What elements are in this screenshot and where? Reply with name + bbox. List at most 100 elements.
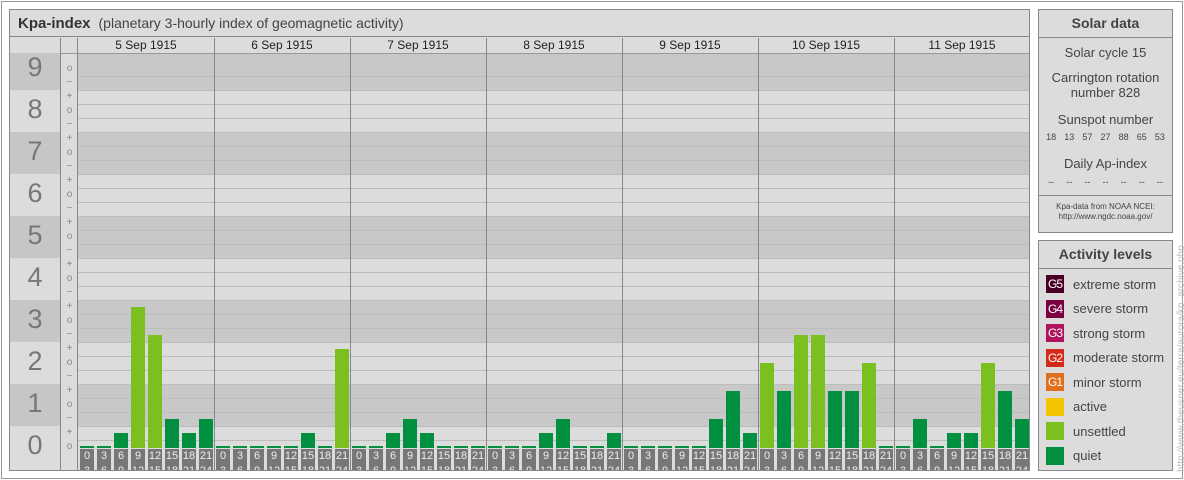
hour-start: 18 bbox=[998, 450, 1012, 462]
gridline bbox=[78, 286, 1029, 287]
hour-end: 24 bbox=[743, 465, 757, 471]
legend-item: G5 extreme storm bbox=[1039, 272, 1172, 297]
hour-range-box: 18 21 bbox=[998, 449, 1012, 470]
hour-range-box: 21 24 bbox=[335, 449, 349, 470]
y-tick-label: 4 bbox=[27, 262, 43, 292]
kp-bar bbox=[760, 363, 774, 448]
hour-end: 21 bbox=[726, 465, 740, 471]
legend-item: quiet bbox=[1039, 444, 1172, 469]
kp-bar bbox=[658, 446, 672, 448]
kp-bar bbox=[80, 446, 94, 448]
kp-bar bbox=[777, 391, 791, 448]
kp-bar bbox=[539, 433, 553, 448]
hour-start: 3 bbox=[916, 450, 924, 462]
hour-range-box: 69 bbox=[114, 449, 128, 470]
legend-label: moderate storm bbox=[1073, 350, 1165, 366]
day-separator bbox=[894, 38, 895, 470]
hour-end: 9 bbox=[933, 465, 941, 471]
kp-bar bbox=[369, 446, 383, 448]
kp-bar bbox=[675, 446, 689, 448]
kp-bar bbox=[998, 391, 1012, 448]
legend-item: active bbox=[1039, 395, 1172, 420]
hour-end: 24 bbox=[879, 465, 893, 471]
hour-range-box: 21 24 bbox=[743, 449, 757, 471]
hour-end: 9 bbox=[389, 465, 397, 471]
hour-end: 9 bbox=[525, 465, 533, 471]
hour-start: 15 bbox=[573, 450, 587, 462]
hour-start: 12 bbox=[420, 450, 434, 462]
source-link[interactable]: http://www.ngdc.noaa.gov/ bbox=[1039, 212, 1172, 222]
gridline bbox=[78, 146, 1029, 147]
level-band bbox=[78, 300, 1029, 342]
hour-start: 6 bbox=[525, 450, 533, 462]
hour-range-box: 03 bbox=[896, 449, 910, 470]
hour-end: 9 bbox=[253, 465, 261, 471]
hour-range-box: 36 bbox=[777, 449, 791, 470]
ap-value: -- bbox=[1120, 177, 1127, 187]
hour-start: 15 bbox=[845, 450, 859, 462]
source-text: Kpa-data from NOAA NCEI: bbox=[1056, 202, 1155, 211]
hour-range-box: 9 12 bbox=[267, 449, 281, 471]
kp-bar bbox=[233, 446, 247, 448]
hour-end: 3 bbox=[355, 465, 363, 471]
kp-bar bbox=[420, 433, 434, 448]
hour-range-box: 18 21 bbox=[182, 449, 196, 471]
gridline bbox=[78, 398, 1029, 399]
hour-range-box: 03 bbox=[760, 449, 774, 470]
gridline bbox=[78, 426, 1029, 427]
sunspot-value: 18 bbox=[1046, 132, 1057, 142]
kp-bar bbox=[641, 446, 655, 448]
hour-range-box: 03 bbox=[80, 449, 94, 470]
hour-end: 6 bbox=[916, 465, 924, 471]
hour-start: 12 bbox=[692, 450, 706, 462]
hour-start: 12 bbox=[284, 450, 298, 462]
legend-label: quiet bbox=[1073, 448, 1102, 464]
kp-bar bbox=[335, 349, 349, 448]
hour-range-box: 9 12 bbox=[675, 449, 689, 470]
hour-range-box: 36 bbox=[505, 449, 519, 470]
hour-range-box: 15 18 bbox=[845, 449, 859, 471]
watermark: http://www.theusner.eu/terra/aurora/kp_a… bbox=[1176, 245, 1184, 472]
gridline bbox=[78, 342, 1029, 343]
kp-bar bbox=[556, 419, 570, 448]
hour-end: 12 bbox=[539, 465, 553, 471]
hour-end: 15 bbox=[148, 465, 162, 471]
hour-end: 21 bbox=[182, 465, 196, 471]
hour-end: 18 bbox=[845, 465, 859, 471]
kp-bar bbox=[692, 446, 706, 448]
hour-range-box: 18 21 bbox=[590, 449, 604, 470]
legend-label: active bbox=[1073, 399, 1107, 415]
kp-bar bbox=[488, 446, 502, 448]
level-band bbox=[78, 90, 1029, 132]
gridline bbox=[78, 314, 1029, 315]
sunspot-label: Sunspot number bbox=[1057, 112, 1154, 127]
hour-start: 6 bbox=[661, 450, 669, 462]
hour-start: 6 bbox=[253, 450, 261, 462]
hour-range-box: 12 15 bbox=[828, 449, 842, 471]
axis-line bbox=[60, 38, 61, 470]
kp-bar bbox=[879, 446, 893, 448]
hour-start: 15 bbox=[437, 450, 451, 462]
hour-end: 12 bbox=[267, 465, 281, 471]
gridline bbox=[78, 356, 1029, 357]
kp-bar bbox=[743, 433, 757, 448]
kp-bar bbox=[573, 446, 587, 448]
hour-start: 18 bbox=[454, 450, 468, 462]
tick-symbol: o bbox=[66, 441, 73, 452]
hour-range-box: 18 21 bbox=[862, 449, 876, 470]
hour-end: 24 bbox=[471, 465, 485, 471]
kp-bar bbox=[148, 335, 162, 448]
kp-bar bbox=[896, 446, 910, 448]
sunspot-value: 88 bbox=[1118, 132, 1129, 142]
day-separator bbox=[758, 38, 759, 470]
hour-range-box: 12 15 bbox=[284, 449, 298, 470]
y-tick-label: 8 bbox=[27, 94, 43, 124]
hour-range-box: 21 24 bbox=[1015, 449, 1029, 470]
tick-symbol: + bbox=[66, 385, 73, 396]
day-label: 6 Sep 1915 bbox=[251, 38, 313, 52]
gridline bbox=[78, 132, 1029, 133]
hour-end: 15 bbox=[828, 465, 842, 471]
hour-range-box: 18 21 bbox=[726, 449, 740, 471]
kp-bar bbox=[318, 446, 332, 448]
y-tick-label: 2 bbox=[27, 346, 43, 376]
